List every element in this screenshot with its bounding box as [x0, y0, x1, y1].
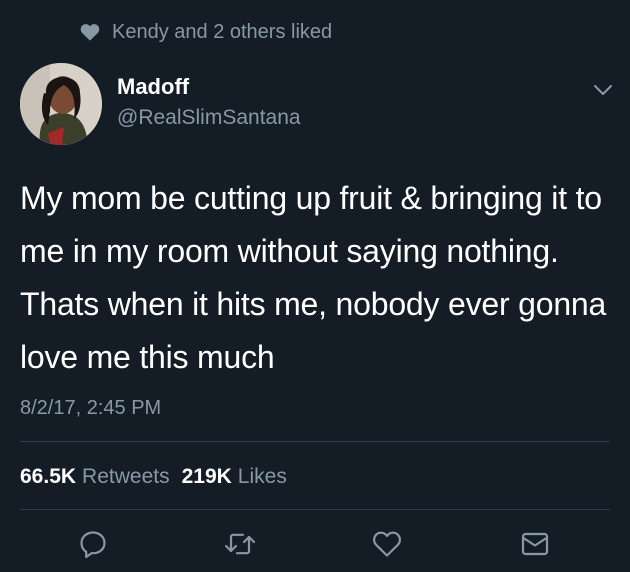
likes-label[interactable]: Likes — [238, 462, 287, 492]
likes-count[interactable]: 219K — [182, 462, 232, 492]
tweet-stats: 66.5K Retweets 219K Likes — [20, 462, 287, 492]
avatar-image — [20, 63, 102, 145]
retweets-label[interactable]: Retweets — [82, 462, 170, 492]
heart-outline-icon — [373, 531, 401, 557]
action-bar — [0, 526, 630, 562]
envelope-icon — [521, 532, 549, 556]
reply-bubble-icon — [80, 531, 106, 559]
tweet-timestamp[interactable]: 8/2/17, 2:45 PM — [20, 393, 161, 423]
social-context[interactable]: Kendy and 2 others liked — [80, 18, 332, 46]
like-button[interactable] — [369, 526, 405, 562]
author-handle[interactable]: @RealSlimSantana — [117, 103, 301, 133]
social-context-text: Kendy and 2 others liked — [112, 20, 333, 43]
tweet-text: My mom be cutting up fruit & bringing it… — [20, 180, 607, 375]
divider — [20, 441, 610, 442]
author-name[interactable]: Madoff — [117, 72, 301, 102]
author-block[interactable]: Madoff @RealSlimSantana — [117, 72, 301, 133]
reply-button[interactable] — [75, 526, 111, 562]
divider — [20, 509, 610, 510]
avatar[interactable] — [20, 63, 102, 145]
message-button[interactable] — [517, 526, 553, 562]
retweet-icon — [224, 533, 256, 555]
retweets-count[interactable]: 66.5K — [20, 462, 76, 492]
retweet-button[interactable] — [222, 526, 258, 562]
chevron-down-icon[interactable] — [592, 82, 614, 98]
heart-icon — [80, 22, 100, 42]
